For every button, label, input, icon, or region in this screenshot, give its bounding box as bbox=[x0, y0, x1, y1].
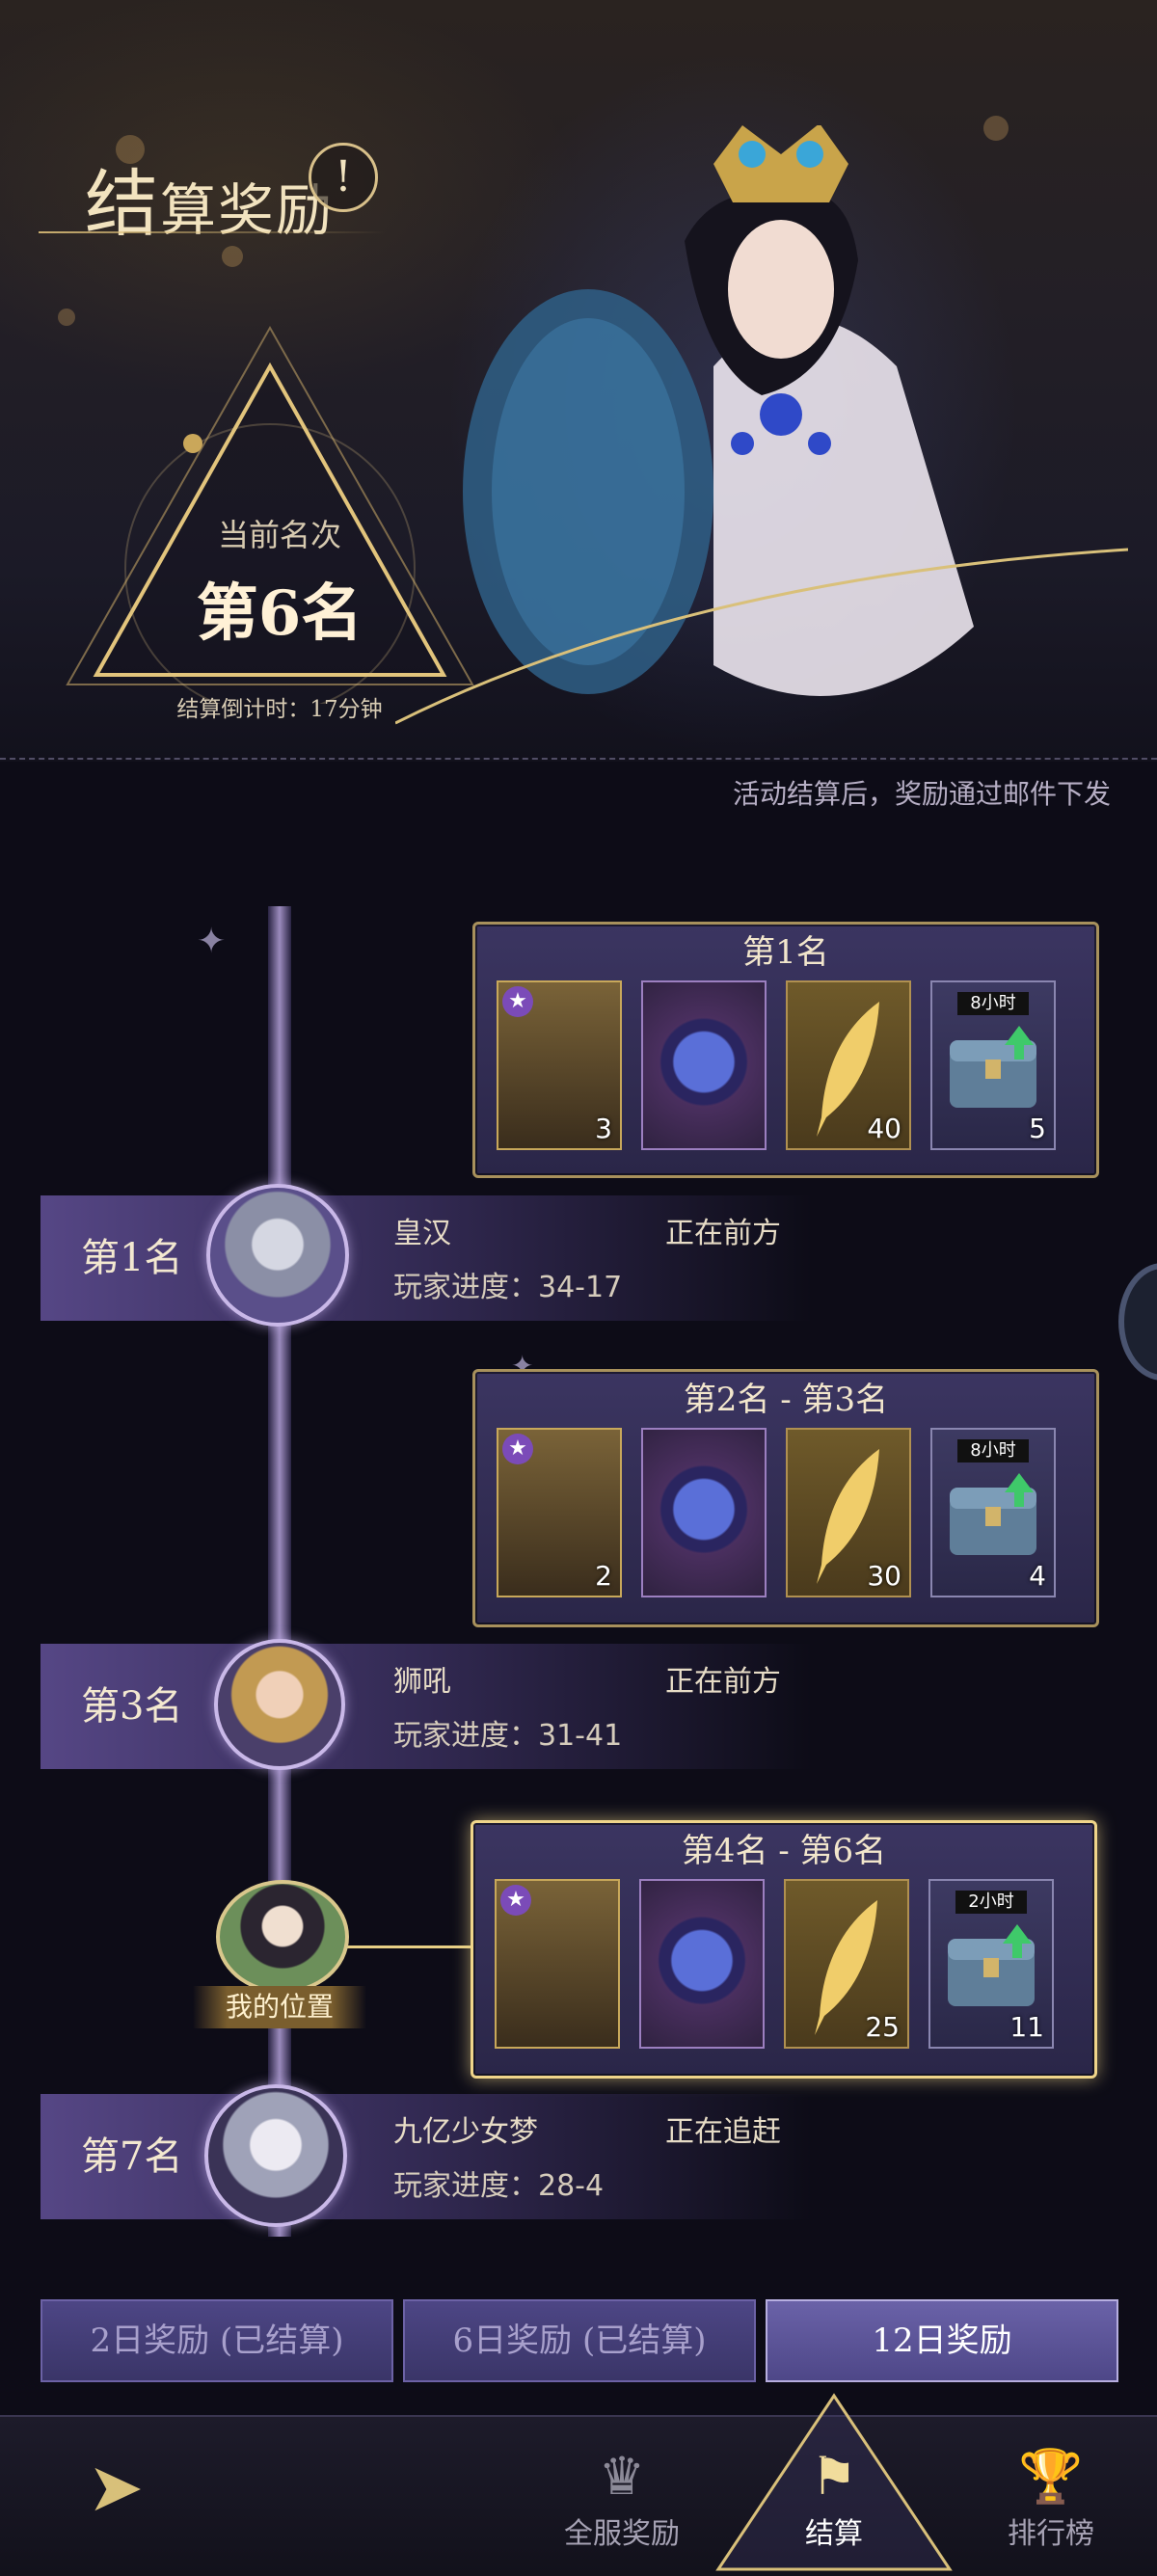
race-status: 正在前方 bbox=[665, 1217, 781, 1250]
nav-label: 结算 bbox=[805, 2517, 863, 2551]
player-progress: 玩家进度：31-41 bbox=[393, 1719, 623, 1753]
reward-tier-card-current: 第4名 - 第6名 ★ 25 2小时 11 bbox=[471, 1820, 1097, 2079]
settlement-countdown: 结算倒计时：17分钟 bbox=[176, 697, 383, 722]
reward-tier-card: 第1名 ★ 3 40 8小时 5 bbox=[472, 922, 1099, 1178]
item-quantity: 40 bbox=[867, 1113, 901, 1144]
golden-feather-icon[interactable]: 40 bbox=[786, 980, 911, 1150]
item-quantity: 30 bbox=[867, 1560, 901, 1592]
crystal-orb-icon[interactable] bbox=[641, 1428, 767, 1597]
item-quantity: 2 bbox=[595, 1560, 612, 1592]
settlement-banner-icon: ⚑ bbox=[810, 2446, 858, 2507]
player-name: 九亿少女梦 bbox=[393, 2115, 538, 2149]
back-arrow-icon: ➤ bbox=[87, 2448, 145, 2527]
player-progress: 玩家进度：28-4 bbox=[393, 2169, 605, 2203]
my-position-connector bbox=[345, 1945, 471, 1948]
divider bbox=[0, 758, 1157, 760]
time-tag: 8小时 bbox=[957, 992, 1029, 1015]
tab-day12-reward[interactable]: 12日奖励 bbox=[766, 2299, 1118, 2382]
golden-feather-icon[interactable]: 25 bbox=[784, 1879, 909, 2049]
rank-row[interactable]: 第7名 九亿少女梦 正在追赶 玩家进度：28-4 bbox=[40, 2094, 812, 2219]
player-name: 皇汉 bbox=[393, 1217, 451, 1250]
exclamation-icon[interactable]: ! bbox=[309, 143, 378, 212]
mail-note: 活动结算后，奖励通过邮件下发 bbox=[732, 778, 1111, 810]
reward-tier-title: 第1名 bbox=[742, 933, 829, 972]
nav-label: 全服奖励 bbox=[564, 2517, 680, 2551]
reward-tier-title: 第4名 - 第6名 bbox=[681, 1832, 887, 1870]
player-avatar[interactable] bbox=[204, 2084, 347, 2227]
player-avatar[interactable] bbox=[214, 1639, 345, 1770]
reward-tier-title: 第2名 - 第3名 bbox=[683, 1381, 889, 1419]
nav-server-rewards[interactable]: ♛ 全服奖励 bbox=[540, 2444, 704, 2552]
hero-portrait-icon[interactable]: ★ 2 bbox=[497, 1428, 622, 1597]
rank-position: 第1名 bbox=[81, 1236, 183, 1280]
hero-portrait-icon[interactable]: ★ bbox=[495, 1879, 620, 2049]
golden-feather-icon[interactable]: 30 bbox=[786, 1428, 911, 1597]
item-quantity: 3 bbox=[595, 1113, 612, 1144]
rank-position: 第7名 bbox=[81, 2134, 183, 2179]
crystal-orb-icon[interactable] bbox=[639, 1879, 765, 2049]
page-title: 结算奖励 bbox=[85, 161, 335, 247]
item-quantity: 11 bbox=[1009, 2011, 1044, 2043]
current-rank-label: 当前名次 bbox=[217, 517, 341, 553]
item-quantity: 25 bbox=[865, 2011, 900, 2043]
crystal-orb-icon[interactable] bbox=[641, 980, 767, 1150]
treasure-chest-icon[interactable]: 8小时 4 bbox=[930, 1428, 1056, 1597]
player-progress: 玩家进度：34-17 bbox=[393, 1271, 623, 1304]
item-quantity: 4 bbox=[1029, 1560, 1046, 1592]
current-rank-value: 第6名 bbox=[196, 577, 363, 650]
my-position-label: 我的位置 bbox=[193, 1986, 366, 2028]
tab-day6-reward[interactable]: 6日奖励 (已结算) bbox=[403, 2299, 756, 2382]
side-drawer-handle[interactable] bbox=[1118, 1263, 1157, 1381]
star-badge-icon: ★ bbox=[502, 986, 533, 1017]
reward-tier-card: 第2名 - 第3名 ★ 2 30 8小时 4 bbox=[472, 1369, 1099, 1627]
trophy-icon: 🏆 bbox=[1018, 2446, 1084, 2507]
title-underline bbox=[39, 231, 386, 233]
rank-row[interactable]: 第3名 狮吼 正在前方 玩家进度：31-41 bbox=[40, 1644, 812, 1769]
nav-leaderboard[interactable]: 🏆 排行榜 bbox=[964, 2444, 1138, 2552]
sparkle-icon: ✦ bbox=[197, 922, 227, 961]
race-status: 正在追赶 bbox=[665, 2115, 781, 2149]
rank-row[interactable]: 第1名 皇汉 正在前方 玩家进度：34-17 bbox=[40, 1195, 812, 1321]
time-tag: 8小时 bbox=[957, 1439, 1029, 1462]
character-illustration bbox=[395, 125, 1128, 725]
player-avatar[interactable] bbox=[206, 1184, 349, 1327]
hero-portrait-icon[interactable]: ★ 3 bbox=[497, 980, 622, 1150]
progress-track bbox=[268, 906, 291, 2237]
item-quantity: 5 bbox=[1029, 1113, 1046, 1144]
rank-position: 第3名 bbox=[81, 1684, 183, 1729]
star-badge-icon: ★ bbox=[500, 1885, 531, 1916]
treasure-chest-icon[interactable]: 2小时 11 bbox=[928, 1879, 1054, 2049]
player-name: 狮吼 bbox=[393, 1665, 451, 1699]
back-button[interactable]: ➤ bbox=[48, 2439, 183, 2536]
treasure-chest-icon[interactable]: 8小时 5 bbox=[930, 980, 1056, 1150]
crown-chest-icon: ♛ bbox=[598, 2446, 646, 2507]
race-status: 正在前方 bbox=[665, 1665, 781, 1699]
tab-day2-reward[interactable]: 2日奖励 (已结算) bbox=[40, 2299, 393, 2382]
star-badge-icon: ★ bbox=[502, 1434, 533, 1464]
time-tag: 2小时 bbox=[955, 1891, 1027, 1914]
nav-label: 排行榜 bbox=[1008, 2517, 1094, 2551]
nav-settlement[interactable]: ⚑ 结算 bbox=[752, 2444, 916, 2552]
my-avatar[interactable] bbox=[216, 1880, 349, 1994]
